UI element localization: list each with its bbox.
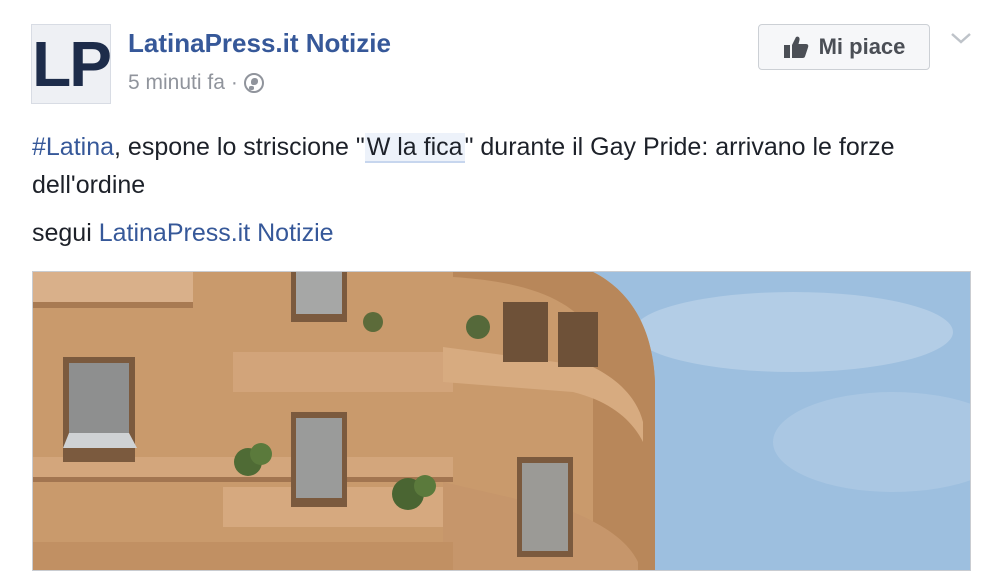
meta-separator: ·	[230, 71, 238, 94]
like-page-button[interactable]: Mi piace	[758, 24, 930, 70]
follow-page-link[interactable]: LatinaPress.it Notizie	[99, 219, 334, 247]
building-photo-illustration	[33, 272, 970, 570]
like-button-label: Mi piace	[818, 34, 906, 59]
chevron-down-icon[interactable]	[950, 30, 972, 46]
post-timestamp[interactable]: 5 minuti fa	[128, 71, 225, 95]
thumbs-up-icon	[783, 36, 808, 58]
post-text: #Latina, espone lo striscione "W la fica…	[32, 128, 952, 204]
hashtag-link[interactable]: #Latina	[32, 133, 114, 161]
avatar-logo-text: LP	[32, 28, 112, 100]
globe-icon[interactable]	[243, 73, 264, 93]
page-name-link[interactable]: LatinaPress.it Notizie	[128, 28, 391, 59]
post-card: LP LatinaPress.it Notizie 5 minuti fa · …	[0, 0, 998, 571]
post-photo[interactable]	[32, 271, 971, 571]
follow-line: segui LatinaPress.it Notizie	[32, 214, 334, 252]
follow-prefix: segui	[32, 219, 99, 247]
page-avatar[interactable]: LP	[31, 24, 112, 104]
post-meta: 5 minuti fa ·	[128, 71, 264, 95]
highlighted-phrase[interactable]: W la fica	[364, 133, 465, 163]
post-text-part1: , espone lo striscione "	[114, 133, 365, 161]
